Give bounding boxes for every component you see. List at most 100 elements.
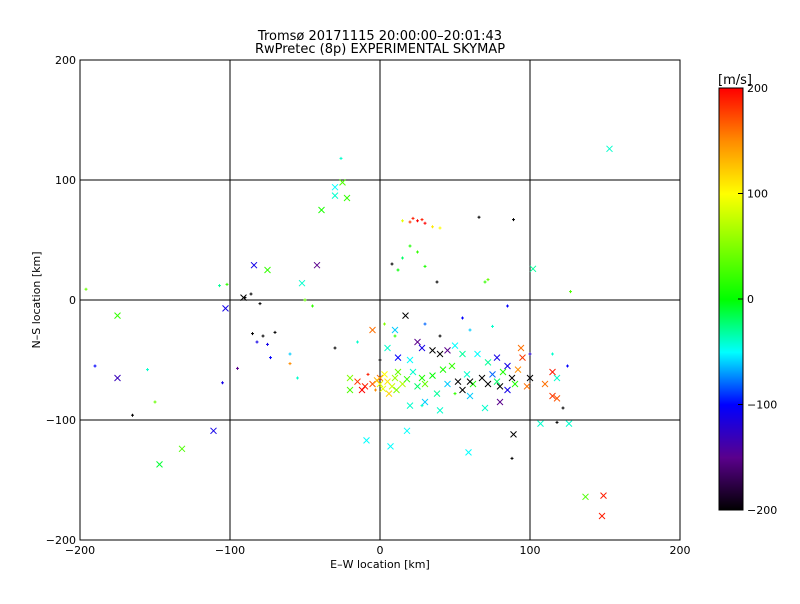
data-point-cross	[331, 192, 339, 199]
data-point-cross	[514, 366, 522, 373]
data-point-plus	[423, 322, 427, 326]
data-point-cross	[459, 350, 466, 358]
data-point-plus	[555, 420, 559, 424]
data-point-cross	[496, 398, 504, 406]
x-tick-label: 100	[520, 544, 541, 557]
data-point-cross	[478, 374, 486, 382]
data-point-cross	[433, 390, 441, 397]
data-point-cross	[523, 383, 531, 390]
data-point-cross	[354, 378, 361, 385]
data-point-cross	[466, 392, 474, 400]
data-point-plus	[408, 220, 412, 224]
data-point-cross	[537, 420, 544, 427]
colorbar: 2001000−100−200	[718, 82, 777, 517]
data-point-plus	[435, 280, 439, 284]
data-point-plus	[296, 376, 299, 380]
data-point-plus	[401, 219, 404, 223]
data-point-plus	[569, 290, 572, 294]
data-point-cross	[388, 383, 396, 390]
data-point-cross	[318, 206, 325, 214]
data-point-plus	[84, 287, 88, 291]
data-point-cross	[264, 266, 271, 274]
data-point-cross	[529, 265, 537, 273]
chart-subtitle: RwPretec (8p) EXPERIMENTAL SKYMAP	[255, 42, 505, 57]
data-point-plus	[273, 330, 277, 334]
data-point-plus	[258, 302, 262, 306]
data-point-cross	[484, 359, 492, 366]
data-point-cross	[414, 383, 421, 390]
data-point-cross	[346, 386, 354, 394]
y-tick-label: 200	[55, 54, 76, 67]
data-point-plus	[483, 280, 487, 284]
data-point-plus	[423, 264, 427, 268]
data-point-cross	[598, 512, 606, 520]
chart-svg: Tromsø 20171115 20:00:00–20:01:43 RwPret…	[30, 29, 777, 571]
data-point-plus	[333, 346, 337, 350]
data-point-plus	[510, 456, 514, 460]
data-point-cross	[504, 362, 511, 370]
data-point-cross	[409, 368, 417, 376]
data-point-cross	[331, 183, 339, 191]
grid-lines	[80, 60, 680, 540]
data-point-plus	[255, 340, 259, 344]
data-point-plus	[396, 268, 400, 272]
data-point-plus	[218, 284, 221, 288]
data-point-cross	[508, 374, 516, 382]
data-point-plus	[393, 334, 397, 338]
data-point-cross	[414, 338, 421, 346]
data-point-plus	[266, 342, 269, 346]
data-point-cross	[403, 427, 411, 435]
data-point-cross	[439, 366, 447, 373]
data-point-plus	[512, 218, 515, 222]
x-tick-label: −100	[215, 544, 245, 557]
data-point-plus	[251, 332, 254, 336]
data-point-cross	[451, 342, 459, 349]
data-point-cross	[454, 378, 462, 385]
data-point-cross	[385, 390, 393, 397]
data-point-plus	[390, 262, 394, 266]
data-point-cross	[210, 427, 217, 435]
data-point-plus	[423, 221, 427, 225]
data-point-cross	[436, 407, 444, 414]
data-point-cross	[313, 261, 321, 269]
x-tick-label: 200	[670, 544, 691, 557]
data-point-cross	[436, 350, 444, 358]
data-point-plus	[378, 358, 382, 362]
data-point-cross	[222, 305, 229, 312]
data-point-cross	[384, 344, 391, 352]
data-point-plus	[468, 328, 472, 332]
data-point-plus	[401, 256, 404, 260]
data-point-cross	[510, 431, 517, 438]
data-point-plus	[561, 406, 565, 410]
data-point-cross	[565, 420, 573, 427]
data-point-plus	[146, 368, 149, 372]
data-point-cross	[114, 374, 121, 382]
data-point-cross	[346, 374, 354, 382]
skymap-chart: Tromsø 20171115 20:00:00–20:01:43 RwPret…	[0, 0, 800, 600]
data-point-cross	[463, 371, 471, 378]
data-point-cross	[406, 356, 414, 364]
data-point-plus	[249, 292, 253, 296]
data-point-cross	[466, 378, 474, 385]
data-point-cross	[418, 344, 426, 352]
data-point-cross	[369, 326, 376, 334]
data-point-plus	[288, 362, 292, 366]
data-point-plus	[416, 219, 419, 223]
data-point-cross	[393, 386, 400, 394]
data-point-cross	[394, 354, 402, 361]
data-point-cross	[391, 326, 399, 334]
data-point-cross	[465, 449, 472, 456]
data-point-cross	[178, 445, 186, 453]
data-point-plus	[303, 298, 307, 302]
data-point-cross	[504, 386, 511, 394]
data-point-plus	[477, 215, 481, 219]
y-tick-label: 100	[55, 174, 76, 187]
data-point-cross	[369, 380, 376, 388]
data-point-plus	[288, 352, 292, 356]
data-point-cross	[448, 362, 456, 370]
data-point-cross	[484, 380, 492, 388]
data-point-cross	[493, 354, 501, 361]
data-point-plus	[453, 392, 457, 396]
colorbar-label: [m/s]	[718, 73, 752, 88]
data-point-plus	[506, 304, 509, 308]
